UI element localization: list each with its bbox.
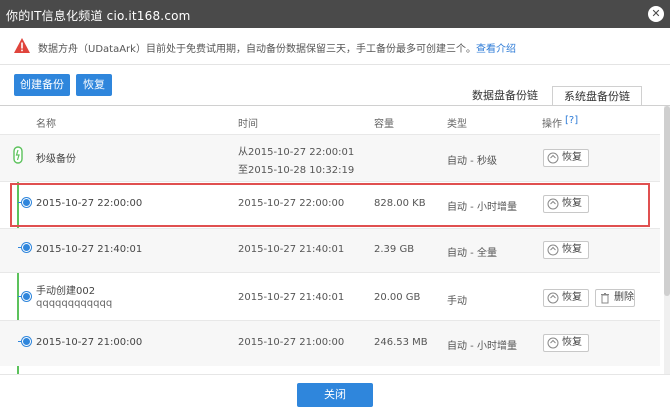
row-type: 自动 - 秒级 xyxy=(447,156,497,167)
row-type: 手动 xyxy=(447,296,467,307)
col-name: 名称 xyxy=(36,119,56,130)
row-name: 手动创建002 xyxy=(36,286,96,297)
timeline-node-icon xyxy=(22,337,31,346)
row-restore-button[interactable]: 恢复 xyxy=(543,149,589,167)
table-row: 手动创建002 qqqqqqqqqqqq 2015-10-27 21:40:01… xyxy=(0,272,660,320)
close-button[interactable]: 关闭 xyxy=(297,383,373,407)
notice-link[interactable]: 查看介绍 xyxy=(476,44,516,55)
row-time: 2015-10-27 21:00:00 xyxy=(238,337,345,348)
row-size: 2.39 GB xyxy=(374,244,415,255)
col-size: 容量 xyxy=(374,119,394,130)
row-description: qqqqqqqqqqqq xyxy=(36,298,113,309)
create-backup-button[interactable]: 创建备份 xyxy=(14,74,70,96)
row-restore-button[interactable]: 恢复 xyxy=(543,241,589,259)
restore-icon xyxy=(547,244,559,256)
watermark-text: 你的IT信息化频道 cio.it168.com xyxy=(6,9,191,23)
notice-bar: 数据方舟（UDataArk）目前处于免费试用期，自动备份数据保留三天，手工备份最… xyxy=(0,34,670,58)
divider xyxy=(0,64,670,65)
row-time-from: 从2015-10-27 22:00:01 xyxy=(238,147,355,158)
window-titlebar: 你的IT信息化频道 cio.it168.com ✕ xyxy=(0,0,670,28)
ops-help-link[interactable]: [?] xyxy=(565,115,578,126)
table-header: 名称 时间 容量 类型 操作 [?] xyxy=(0,110,670,132)
col-ops: 操作 xyxy=(542,119,562,130)
row-name: 秒级备份 xyxy=(36,154,76,165)
row-name: 2015-10-27 21:40:01 xyxy=(36,244,143,255)
restore-button[interactable]: 恢复 xyxy=(76,74,112,96)
row-type: 自动 - 全量 xyxy=(447,248,497,259)
timeline-node-icon xyxy=(22,243,31,252)
restore-icon xyxy=(547,152,559,164)
col-type: 类型 xyxy=(447,119,467,130)
row-restore-button[interactable]: 恢复 xyxy=(543,334,589,352)
row-type: 自动 - 小时增量 xyxy=(447,341,517,352)
timeline-node-icon xyxy=(22,292,31,301)
row-size: 246.53 MB xyxy=(374,337,428,348)
row-delete-button[interactable]: 删除 xyxy=(595,289,635,307)
leaf-icon xyxy=(13,146,23,164)
restore-icon xyxy=(547,292,559,304)
row-restore-button[interactable]: 恢复 xyxy=(543,289,589,307)
warning-icon xyxy=(14,38,30,53)
tab-system-disk-chain[interactable]: 系统盘备份链 xyxy=(552,86,642,106)
row-size: 20.00 GB xyxy=(374,292,421,303)
selected-row-highlight xyxy=(10,183,650,227)
table-row: 2015-10-27 21:40:01 2015-10-27 21:40:01 … xyxy=(0,228,660,272)
trash-icon xyxy=(601,293,609,304)
table-row: 2015-10-27 21:00:00 2015-10-27 21:00:00 … xyxy=(0,320,660,366)
restore-icon xyxy=(547,337,559,349)
tab-divider xyxy=(0,105,670,106)
row-time: 2015-10-27 21:40:01 xyxy=(238,244,345,255)
close-icon[interactable]: ✕ xyxy=(648,6,664,22)
col-time: 时间 xyxy=(238,119,258,130)
row-time-to: 至2015-10-28 10:32:19 xyxy=(238,165,355,176)
scrollbar-thumb[interactable] xyxy=(664,106,670,296)
notice-text: 数据方舟（UDataArk）目前处于免费试用期，自动备份数据保留三天，手工备份最… xyxy=(38,44,516,55)
table-row: 秒级备份 从2015-10-27 22:00:01 至2015-10-28 10… xyxy=(0,134,660,181)
tab-data-disk-chain[interactable]: 数据盘备份链 xyxy=(460,86,550,106)
row-time: 2015-10-27 21:40:01 xyxy=(238,292,345,303)
scrollbar[interactable] xyxy=(664,106,670,374)
row-name: 2015-10-27 21:00:00 xyxy=(36,337,143,348)
